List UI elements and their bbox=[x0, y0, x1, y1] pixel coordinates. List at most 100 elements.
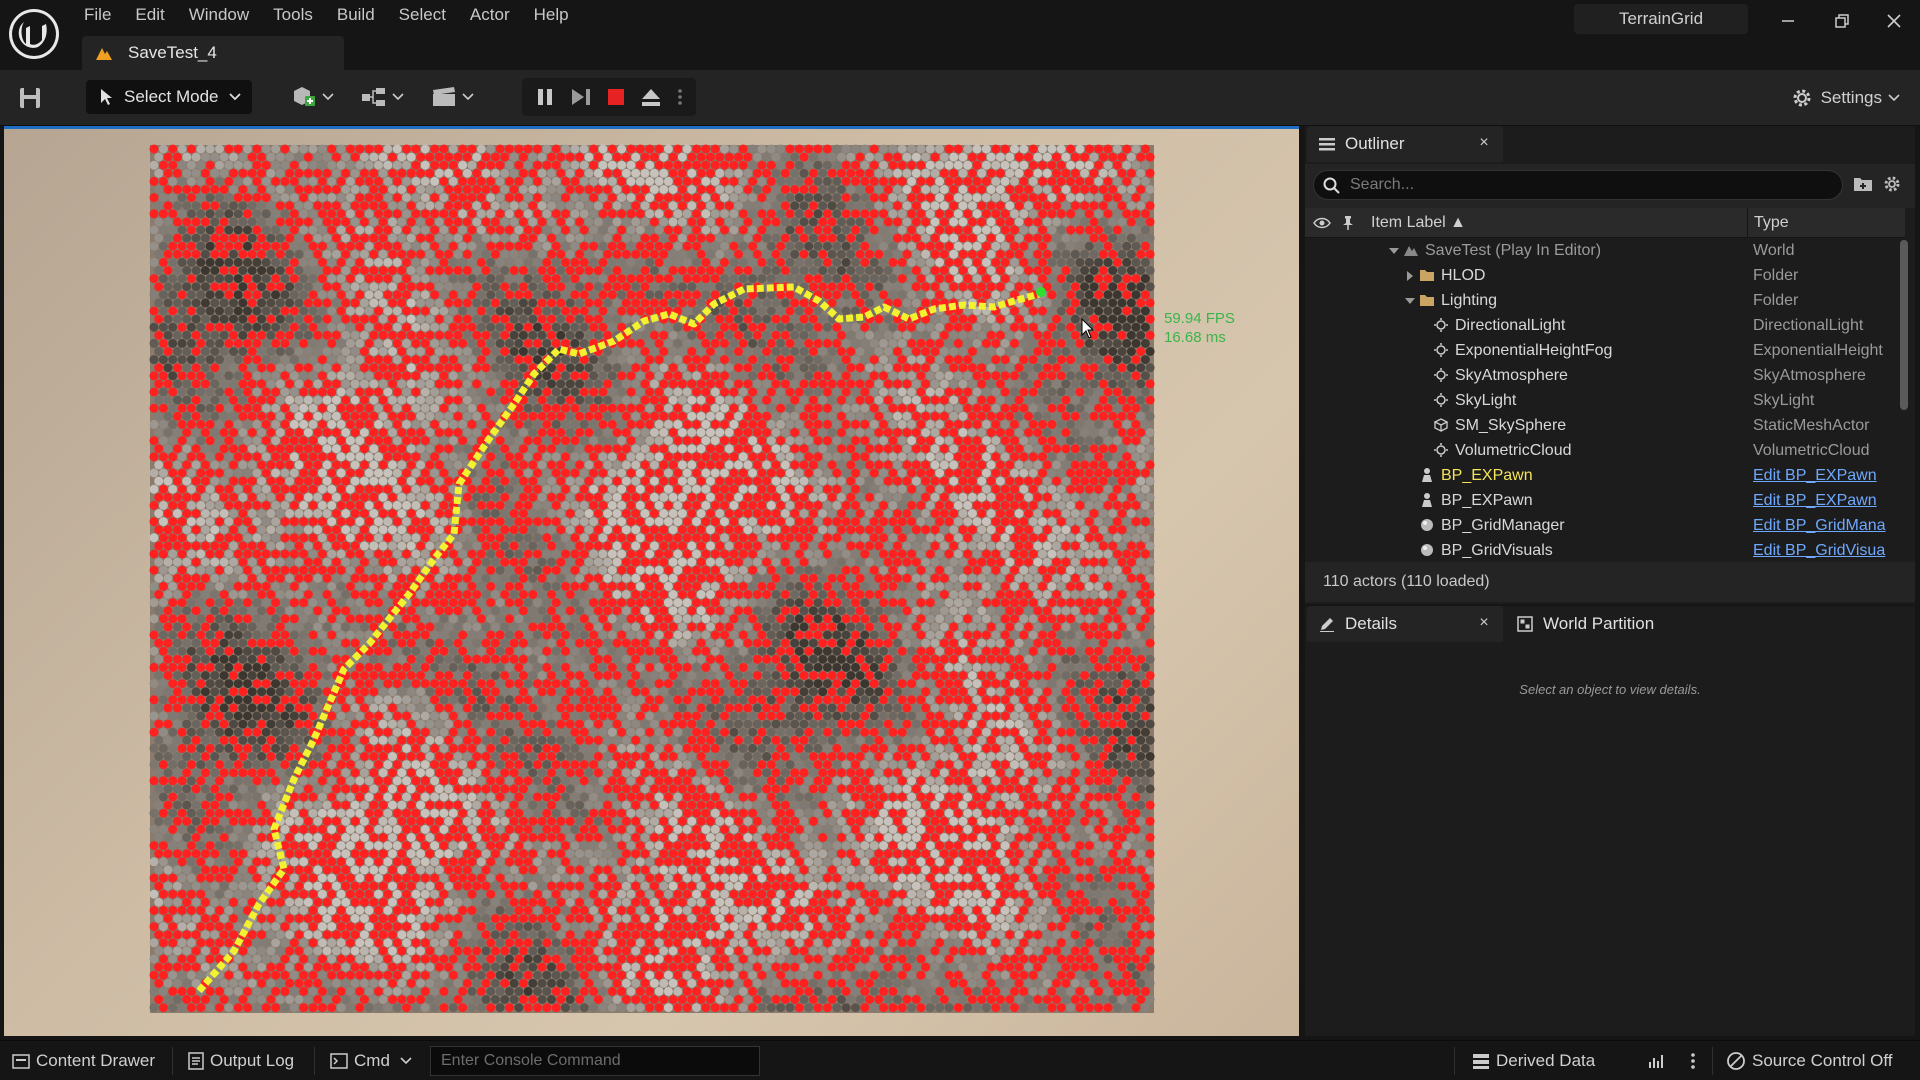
level-viewport[interactable]: 59.94 FPS 16.68 ms bbox=[4, 126, 1299, 1036]
path-goal-marker bbox=[1036, 287, 1046, 297]
derived-data-label: Derived Data bbox=[1496, 1051, 1596, 1070]
close-tab-icon[interactable]: × bbox=[1475, 614, 1493, 632]
type-column[interactable]: Type bbox=[1747, 208, 1789, 238]
settings-button[interactable]: Settings bbox=[1791, 82, 1900, 114]
divider bbox=[1454, 1047, 1455, 1075]
outliner-row[interactable]: ExponentialHeightFog ExponentialHeight bbox=[1305, 338, 1905, 363]
output-log-button[interactable]: Output Log bbox=[188, 1047, 294, 1075]
pencil-icon bbox=[1320, 618, 1334, 632]
close-tab-icon[interactable]: × bbox=[1475, 134, 1493, 152]
chevron-down-icon bbox=[1888, 94, 1900, 102]
source-control-button[interactable]: Source Control Off bbox=[1726, 1047, 1892, 1075]
folder-icon bbox=[1420, 270, 1434, 281]
outliner-item-type[interactable]: Edit BP_GridVisua bbox=[1753, 542, 1903, 560]
outliner-row[interactable]: SkyAtmosphere SkyAtmosphere bbox=[1305, 363, 1905, 388]
pin-icon[interactable] bbox=[1341, 215, 1355, 231]
menu-select[interactable]: Select bbox=[387, 4, 458, 26]
outliner-row[interactable]: HLOD Folder bbox=[1305, 263, 1905, 288]
world-partition-tab[interactable]: World Partition bbox=[1505, 606, 1705, 642]
hex-grid[interactable] bbox=[4, 129, 1299, 1036]
menu-help[interactable]: Help bbox=[522, 4, 581, 26]
outliner-item-label: ExponentialHeightFog bbox=[1455, 341, 1613, 359]
outliner-row[interactable]: VolumetricCloud VolumetricCloud bbox=[1305, 438, 1905, 463]
outliner-item-type[interactable]: Edit BP_EXPawn bbox=[1753, 492, 1903, 510]
menu-file[interactable]: File bbox=[72, 4, 123, 26]
outliner-row[interactable]: BP_GridManager Edit BP_GridMana bbox=[1305, 513, 1905, 538]
outliner-scrollbar[interactable] bbox=[1900, 240, 1908, 410]
grid-cells bbox=[149, 144, 1155, 1013]
list-icon bbox=[1319, 138, 1335, 151]
outliner-item-type: VolumetricCloud bbox=[1753, 441, 1870, 459]
cmd-dropdown[interactable]: Cmd bbox=[330, 1047, 418, 1075]
blueprint-icon bbox=[362, 88, 385, 106]
outliner-item-type: ExponentialHeight bbox=[1753, 341, 1883, 359]
pause-icon[interactable] bbox=[535, 87, 555, 107]
main-toolbar: Select Mode Settings bbox=[0, 70, 1920, 126]
unreal-logo-icon[interactable] bbox=[6, 6, 62, 62]
notifications-button[interactable] bbox=[1648, 1047, 1672, 1075]
save-icon[interactable] bbox=[16, 84, 44, 112]
add-folder-icon[interactable] bbox=[1853, 175, 1873, 193]
outliner-row[interactable]: SM_SkySphere StaticMeshActor bbox=[1305, 413, 1905, 438]
outliner-row[interactable]: BP_GridVisuals Edit BP_GridVisua bbox=[1305, 538, 1905, 563]
console-command-input[interactable] bbox=[430, 1046, 760, 1076]
cursor-icon bbox=[101, 89, 112, 105]
details-panel: Details × World Partition Select an obje… bbox=[1305, 606, 1915, 1036]
eject-icon[interactable] bbox=[640, 87, 662, 107]
cinematics-button[interactable] bbox=[430, 80, 474, 114]
select-mode-dropdown[interactable]: Select Mode bbox=[86, 80, 252, 114]
eye-icon[interactable] bbox=[1313, 216, 1331, 230]
settings-gear-icon[interactable] bbox=[1883, 175, 1901, 193]
folder-open-icon bbox=[1420, 295, 1434, 306]
outliner-search-input[interactable] bbox=[1313, 170, 1843, 200]
stop-icon[interactable] bbox=[606, 87, 626, 107]
menu-window[interactable]: Window bbox=[177, 4, 261, 26]
cmd-label: Cmd bbox=[354, 1051, 390, 1070]
add-actor-button[interactable] bbox=[290, 80, 334, 114]
level-icon bbox=[96, 48, 112, 60]
content-drawer-button[interactable]: Content Drawer bbox=[12, 1047, 155, 1075]
expand-arrow-icon[interactable] bbox=[1405, 271, 1415, 281]
outliner-row[interactable]: BP_EXPawn Edit BP_EXPawn bbox=[1305, 488, 1905, 513]
pawn-icon bbox=[1422, 468, 1432, 482]
cloud-icon bbox=[1434, 443, 1448, 457]
outliner-tab[interactable]: Outliner × bbox=[1307, 126, 1503, 162]
derived-data-button[interactable]: Derived Data bbox=[1472, 1047, 1595, 1075]
add-cube-icon bbox=[294, 87, 315, 106]
close-window-button[interactable] bbox=[1874, 6, 1914, 36]
derived-data-icon bbox=[1473, 1054, 1489, 1069]
outliner-item-label: BP_GridVisuals bbox=[1441, 541, 1553, 559]
expand-arrow-icon[interactable] bbox=[1389, 246, 1399, 256]
details-tab[interactable]: Details × bbox=[1307, 606, 1503, 642]
outliner-item-type[interactable]: Edit BP_GridMana bbox=[1753, 517, 1903, 535]
outliner-row[interactable]: DirectionalLight DirectionalLight bbox=[1305, 313, 1905, 338]
menu-actor[interactable]: Actor bbox=[458, 4, 522, 26]
outliner-row[interactable]: SkyLight SkyLight bbox=[1305, 388, 1905, 413]
outliner-item-type[interactable]: Edit BP_EXPawn bbox=[1753, 467, 1903, 485]
chevron-down-icon bbox=[392, 93, 404, 101]
title-bar: File Edit Window Tools Build Select Acto… bbox=[0, 0, 1920, 70]
level-tab[interactable]: SaveTest_4 bbox=[82, 36, 344, 70]
outliner-row[interactable]: BP_EXPawn Edit BP_EXPawn bbox=[1305, 463, 1905, 488]
more-status-button[interactable] bbox=[1690, 1047, 1702, 1075]
outliner-row[interactable]: Lighting Folder bbox=[1305, 288, 1905, 313]
outliner-row[interactable]: SaveTest (Play In Editor) World bbox=[1305, 238, 1905, 263]
play-controls bbox=[522, 78, 696, 116]
blueprint-button[interactable] bbox=[360, 80, 404, 114]
world-icon bbox=[1404, 246, 1418, 256]
minimize-button[interactable] bbox=[1768, 6, 1808, 36]
menu-build[interactable]: Build bbox=[325, 4, 387, 26]
item-label-column[interactable]: Item Label ▲ bbox=[1371, 208, 1466, 238]
world-partition-icon bbox=[1517, 616, 1533, 632]
search-icon bbox=[1323, 177, 1340, 194]
skylight-icon bbox=[1434, 393, 1448, 407]
expand-arrow-icon[interactable] bbox=[1405, 296, 1415, 306]
outliner-item-label: BP_GridManager bbox=[1441, 516, 1565, 534]
menu-edit[interactable]: Edit bbox=[123, 4, 176, 26]
menu-tools[interactable]: Tools bbox=[261, 4, 325, 26]
more-options-icon[interactable] bbox=[677, 87, 683, 107]
sun-icon bbox=[1434, 318, 1448, 332]
step-frame-icon[interactable] bbox=[570, 87, 592, 107]
restore-button[interactable] bbox=[1822, 6, 1862, 36]
chevron-down-icon bbox=[462, 93, 474, 101]
